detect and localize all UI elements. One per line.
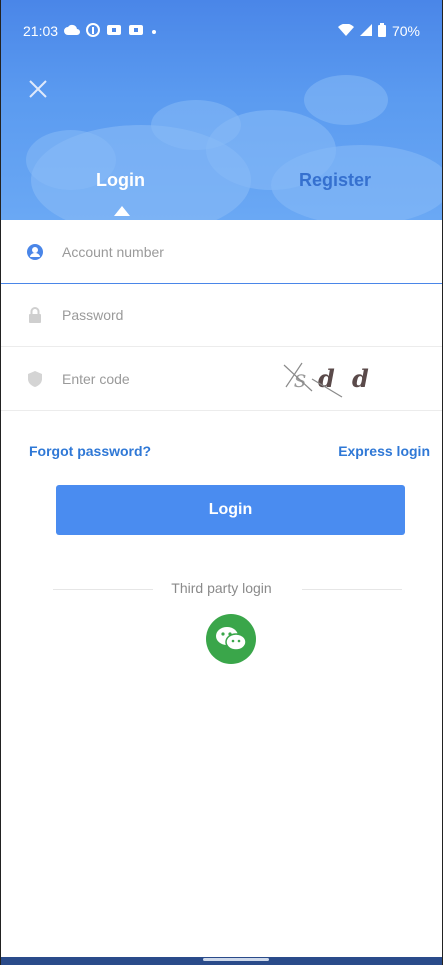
status-right: 70%	[337, 22, 420, 40]
lock-icon	[27, 306, 43, 323]
app-icon	[106, 23, 122, 39]
battery-percent: 70%	[391, 23, 420, 39]
close-icon[interactable]	[27, 78, 49, 100]
password-field[interactable]	[1, 283, 442, 347]
status-bar: 21:03 70%	[1, 0, 442, 66]
divider-right	[302, 589, 402, 590]
signal-icon	[359, 23, 372, 39]
captcha-image[interactable]: s d d	[282, 357, 392, 401]
battery-icon	[377, 22, 386, 40]
facebook-icon	[86, 22, 101, 40]
active-tab-indicator	[114, 206, 130, 216]
third-party-login: Third party login	[1, 580, 442, 596]
express-login-link[interactable]: Express login	[338, 443, 430, 459]
login-button[interactable]: Login	[56, 485, 405, 535]
password-input[interactable]	[60, 305, 314, 324]
status-left: 21:03	[23, 22, 158, 40]
account-field[interactable]	[1, 220, 442, 284]
app-icon	[128, 23, 144, 39]
code-field[interactable]: s d d	[1, 347, 442, 411]
header: 21:03 70% Login Register	[1, 0, 442, 220]
tab-register[interactable]: Register	[299, 170, 371, 191]
svg-text:d: d	[352, 364, 369, 393]
third-party-label: Third party login	[171, 580, 272, 596]
code-input[interactable]	[60, 369, 314, 388]
auth-tabs: Login Register	[1, 170, 442, 210]
login-screen: 21:03 70% Login Register Account number …	[0, 0, 443, 965]
wechat-icon[interactable]	[206, 614, 256, 664]
dot-icon	[150, 23, 158, 39]
system-nav-bar	[1, 957, 442, 965]
svg-text:s: s	[294, 365, 306, 393]
cloud-icon	[64, 23, 81, 39]
status-time: 21:03	[23, 23, 59, 39]
account-input[interactable]	[60, 242, 314, 261]
nav-handle[interactable]	[203, 958, 269, 961]
svg-text:d: d	[318, 364, 335, 393]
forgot-password-link[interactable]: Forgot password?	[29, 443, 151, 459]
shield-icon	[27, 370, 43, 387]
divider-left	[53, 589, 153, 590]
wifi-icon	[337, 23, 354, 39]
user-icon	[27, 243, 43, 260]
tab-login[interactable]: Login	[96, 170, 145, 191]
